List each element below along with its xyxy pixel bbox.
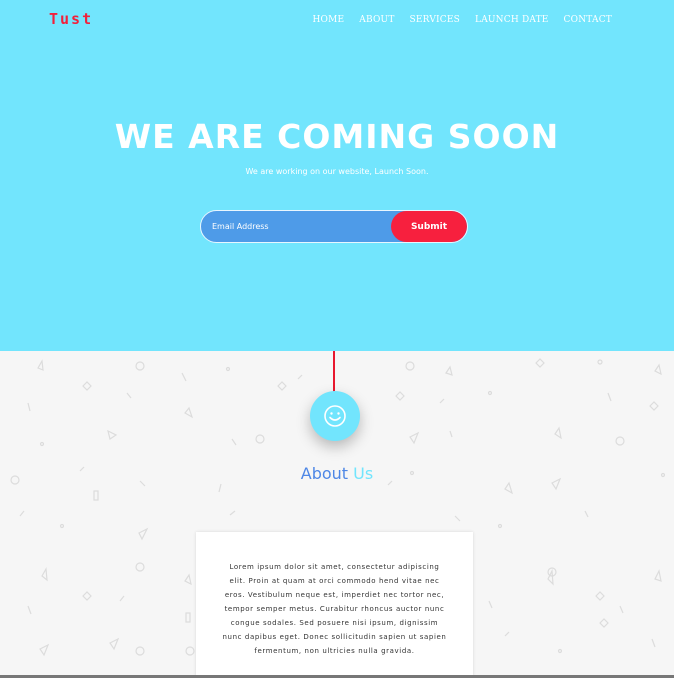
hero-section: Tust HOME ABOUT SERVICES LAUNCH DATE CON… [0, 0, 674, 351]
nav-services[interactable]: SERVICES [410, 15, 460, 25]
about-body-text: Lorem ipsum dolor sit amet, consectetur … [222, 563, 447, 655]
main-nav: HOME ABOUT SERVICES LAUNCH DATE CONTACT [312, 15, 612, 25]
nav-launch-date[interactable]: LAUNCH DATE [475, 15, 549, 25]
hero-subline: We are working on our website, Launch So… [245, 167, 429, 176]
subscribe-form: Submit [200, 210, 468, 243]
nav-home[interactable]: HOME [312, 15, 344, 25]
site-logo[interactable]: Tust [49, 10, 93, 28]
about-title-word-2: Us [353, 464, 374, 483]
smiley-icon [310, 391, 360, 441]
connector-line [333, 351, 335, 393]
submit-button[interactable]: Submit [391, 211, 467, 242]
hero-headline: WE ARE COMING SOON [114, 117, 560, 156]
email-input[interactable] [201, 211, 391, 242]
nav-contact[interactable]: CONTACT [564, 15, 612, 25]
about-card: Lorem ipsum dolor sit amet, consectetur … [196, 532, 473, 678]
about-title-word-1: About [300, 464, 349, 483]
about-title: About Us [0, 464, 674, 483]
nav-about[interactable]: ABOUT [359, 15, 394, 25]
